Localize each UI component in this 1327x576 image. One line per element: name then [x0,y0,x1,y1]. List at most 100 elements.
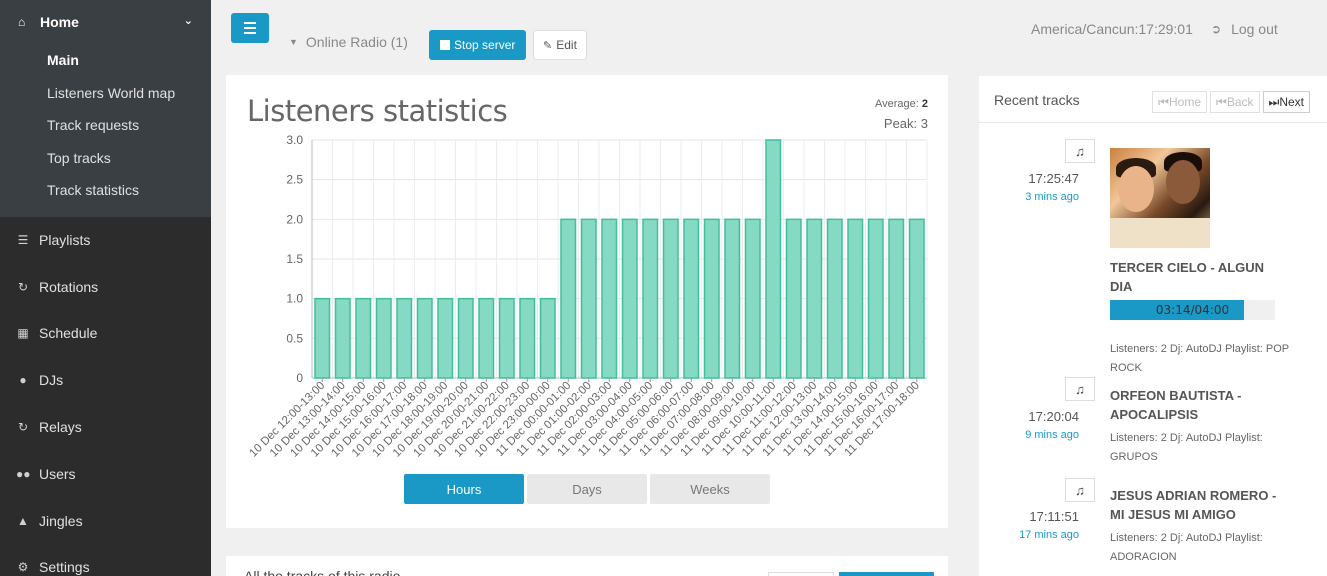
track-meta: Listeners: 2 Dj: AutoDJ Playlist: POP RO… [1110,343,1289,374]
peak-listeners: Peak: 3 [883,116,928,131]
top-header: ▼ Online Radio (1) Stop server ✎ Edit Am… [211,0,1327,74]
sidebar-item-home-label: Home [40,14,79,30]
sidebar-item-label: DJs [39,372,64,389]
range-days-button[interactable]: Days [527,474,647,504]
pager-home-button[interactable]: ⏮ Home [1152,91,1207,113]
timezone-clock: America/Cancun:17:29:01 [1031,21,1193,37]
stop-icon [440,40,450,50]
track-time: 17:25:47 [1028,171,1079,186]
range-weeks-button[interactable]: Weeks [650,474,770,504]
home-icon: ⌂ [18,15,26,29]
hamburger-menu-button[interactable] [231,13,269,43]
sidebar-subitem-top-tracks[interactable]: Top tracks [0,142,211,175]
edit-label: Edit [556,38,577,52]
chart-bar [888,218,905,379]
recent-tracks-panel: Recent tracks ⏮ Home ⏮ Back ⏭ Next ♫ 17:… [979,76,1327,576]
pager-back-label: Back [1226,95,1254,109]
sidebar-item-label: Jingles [39,512,83,529]
track-ago[interactable]: 3 mins ago [979,191,1079,203]
sidebar-subitem-main[interactable]: Main [0,44,211,77]
chart-bar [416,297,433,379]
chart-bar [396,297,413,379]
track-time: 17:11:51 [1029,509,1079,524]
sidebar-item-users[interactable]: ●● Users [0,450,211,497]
sidebar-item-label: Users [39,465,76,482]
sidebar-item-settings[interactable]: ⚙ Settings [0,544,211,576]
chart-bar [560,218,577,379]
recent-tracks-pager: ⏮ Home ⏮ Back ⏭ Next [1152,91,1310,113]
hamburger-line [244,22,256,24]
range-selector: Hours Days Weeks [404,474,770,504]
recent-tracks-header: Recent tracks ⏮ Home ⏮ Back ⏭ Next [979,76,1327,123]
listeners-bar-chart: 00.51.01.52.02.53.010 Dec 12:00-13:0010 … [247,133,928,460]
sidebar-subitem-listeners-world-map[interactable]: Listeners World map [0,77,211,110]
track-ago[interactable]: 9 mins ago [979,429,1079,441]
cogs-icon: ⚙ [17,560,29,575]
step-backward-icon: ⏮ [1216,94,1227,109]
bell-icon: ▲ [17,513,29,528]
sidebar-item-label: Rotations [39,278,99,295]
music-icon[interactable]: ♫ [1065,478,1095,502]
chart-bar [334,297,351,379]
pager-home-label: Home [1168,95,1201,109]
y-tick-label: 2.5 [286,173,303,187]
y-tick-label: 0.5 [286,331,303,345]
users-icon: ●● [16,466,31,481]
chart-bar [601,218,618,379]
tracks-panel-button[interactable] [768,572,834,576]
listeners-statistics-panel: 0 0.5 1.0 1.5 2.0 2.5 3.0 10 Dec 12:00-13:00 10 … [226,75,948,528]
sidebar-item-label: Settings [39,559,90,576]
track-meta: Listeners: 2 Dj: AutoDJ Playlist: ADORAC… [1110,532,1263,563]
sidebar-subitem-track-statistics[interactable]: Track statistics [0,174,211,207]
sidebar-item-label: Playlists [39,231,91,248]
caret-down-icon: ▼ [289,37,298,47]
track-progress-bar: 03:14/04:00 [1110,300,1275,320]
edit-button[interactable]: ✎ Edit [533,30,587,60]
album-cover [1110,148,1210,248]
track-title: TERCER CIELO - ALGUN DIA [1110,260,1265,294]
music-icon[interactable]: ♫ [1065,377,1095,401]
chart-bar [908,218,925,379]
chart-bar [478,297,495,379]
range-hours-button[interactable]: Hours [404,474,524,504]
pager-next-button[interactable]: ⏭ Next [1262,91,1310,113]
y-tick-label: 1.5 [286,252,303,266]
logout-link[interactable]: ➲ Log out [1211,21,1278,37]
recent-tracks-title: Recent tracks [994,92,1080,108]
sidebar-item-home[interactable]: ⌂ Home ⌄ [0,0,211,44]
chart-bar [580,218,597,379]
y-tick-label: 0 [296,371,303,385]
average-label: Average: [874,98,919,110]
tracks-panel-title: All the tracks of this radio [244,568,401,576]
hamburger-line [244,27,256,29]
track-ago[interactable]: 17 mins ago [979,529,1079,541]
chart-bar [867,218,884,379]
music-icon[interactable]: ♫ [1065,139,1095,163]
sidebar-item-relays[interactable]: ↻ Relays [0,404,211,451]
tracks-panel: All the tracks of this radio [226,556,948,576]
user-icon: ● [19,373,27,388]
sidebar-item-djs[interactable]: ● DJs [0,357,211,404]
radio-selector[interactable]: ▼ Online Radio (1) [289,34,408,50]
pager-back-button[interactable]: ⏮ Back [1210,91,1260,113]
track-title: JESUS ADRIAN ROMERO - MI JESUS MI AMIGO [1110,488,1277,522]
chart-bar [703,218,720,379]
chart-bar [806,218,823,379]
hamburger-line [244,32,256,34]
chart-bar [765,139,782,379]
track-progress-text: 03:14/04:00 [1155,303,1230,317]
y-tick-label: 2.0 [286,212,303,226]
chart-bar [498,297,515,379]
chart-bar [785,218,802,379]
stop-server-button[interactable]: Stop server [429,30,527,60]
sidebar-item-playlists[interactable]: ☰ Playlists [0,217,211,264]
chart-bar [437,297,454,379]
sidebar-item-rotations[interactable]: ↻ Rotations [0,263,211,310]
logout-label: Log out [1231,21,1278,37]
sidebar-subitem-track-requests[interactable]: Track requests [0,109,211,142]
sidebar-item-jingles[interactable]: ▲ Jingles [0,497,211,544]
chevron-down-icon[interactable]: ⌄ [184,14,193,27]
sidebar-item-schedule[interactable]: ▦ Schedule [0,310,211,357]
step-forward-icon: ⏭ [1268,94,1280,109]
tracks-panel-primary-button[interactable] [839,572,934,576]
